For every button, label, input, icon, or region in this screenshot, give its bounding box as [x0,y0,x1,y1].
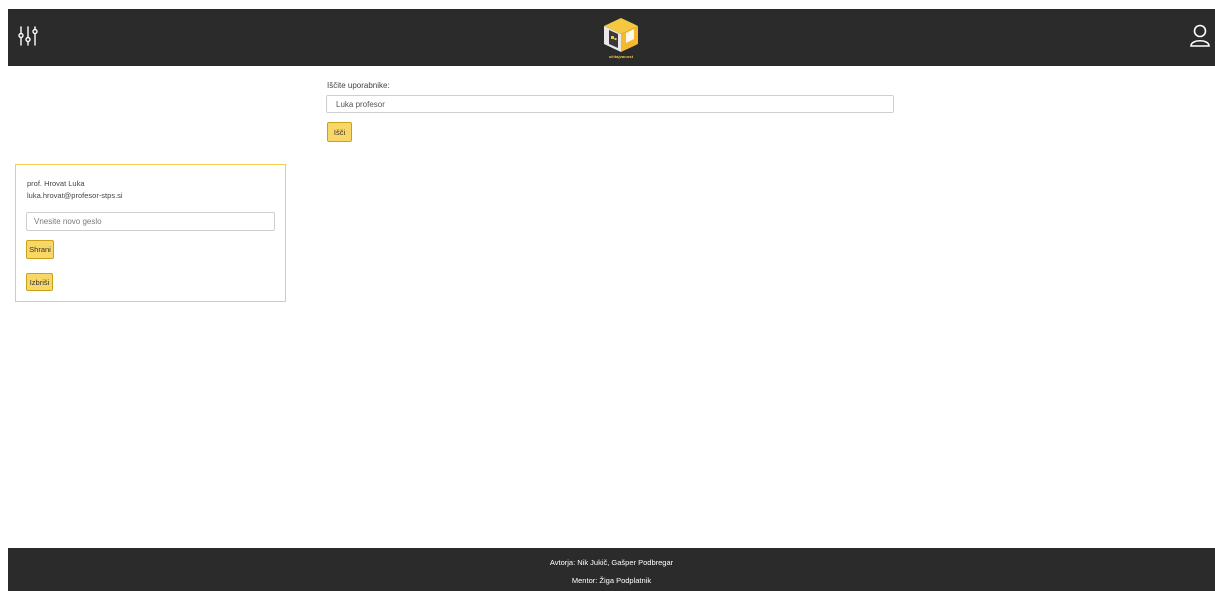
search-button[interactable]: Išči [327,122,352,142]
footer-mentor: Mentor: Žiga Podplatnik [571,576,652,585]
app-logo[interactable]: sčitajvanost [598,14,644,62]
sliders-icon [18,26,38,46]
user-email: luka.hrovat@profesor-stps.si [27,191,123,200]
user-icon [1190,24,1210,47]
user-card: prof. Hrovat Luka luka.hrovat@profesor-s… [15,164,286,302]
logo-text: sčitajvanost [608,54,634,59]
settings-button[interactable] [18,25,38,47]
top-navbar: sčitajvanost [8,9,1215,66]
search-input[interactable] [326,95,894,113]
footer-authors: Avtorja: Nik Jukič, Gašper Podbregar [549,558,674,567]
house-logo-icon [604,18,638,52]
search-label: Iščite uporabnike: [327,81,390,90]
delete-button[interactable]: Izbriši [26,273,53,291]
footer: Avtorja: Nik Jukič, Gašper Podbregar Men… [8,548,1215,591]
user-profile-button[interactable] [1189,23,1211,49]
new-password-field[interactable] [26,212,275,231]
save-button[interactable]: Shrani [26,240,54,259]
user-name: prof. Hrovat Luka [27,179,85,188]
